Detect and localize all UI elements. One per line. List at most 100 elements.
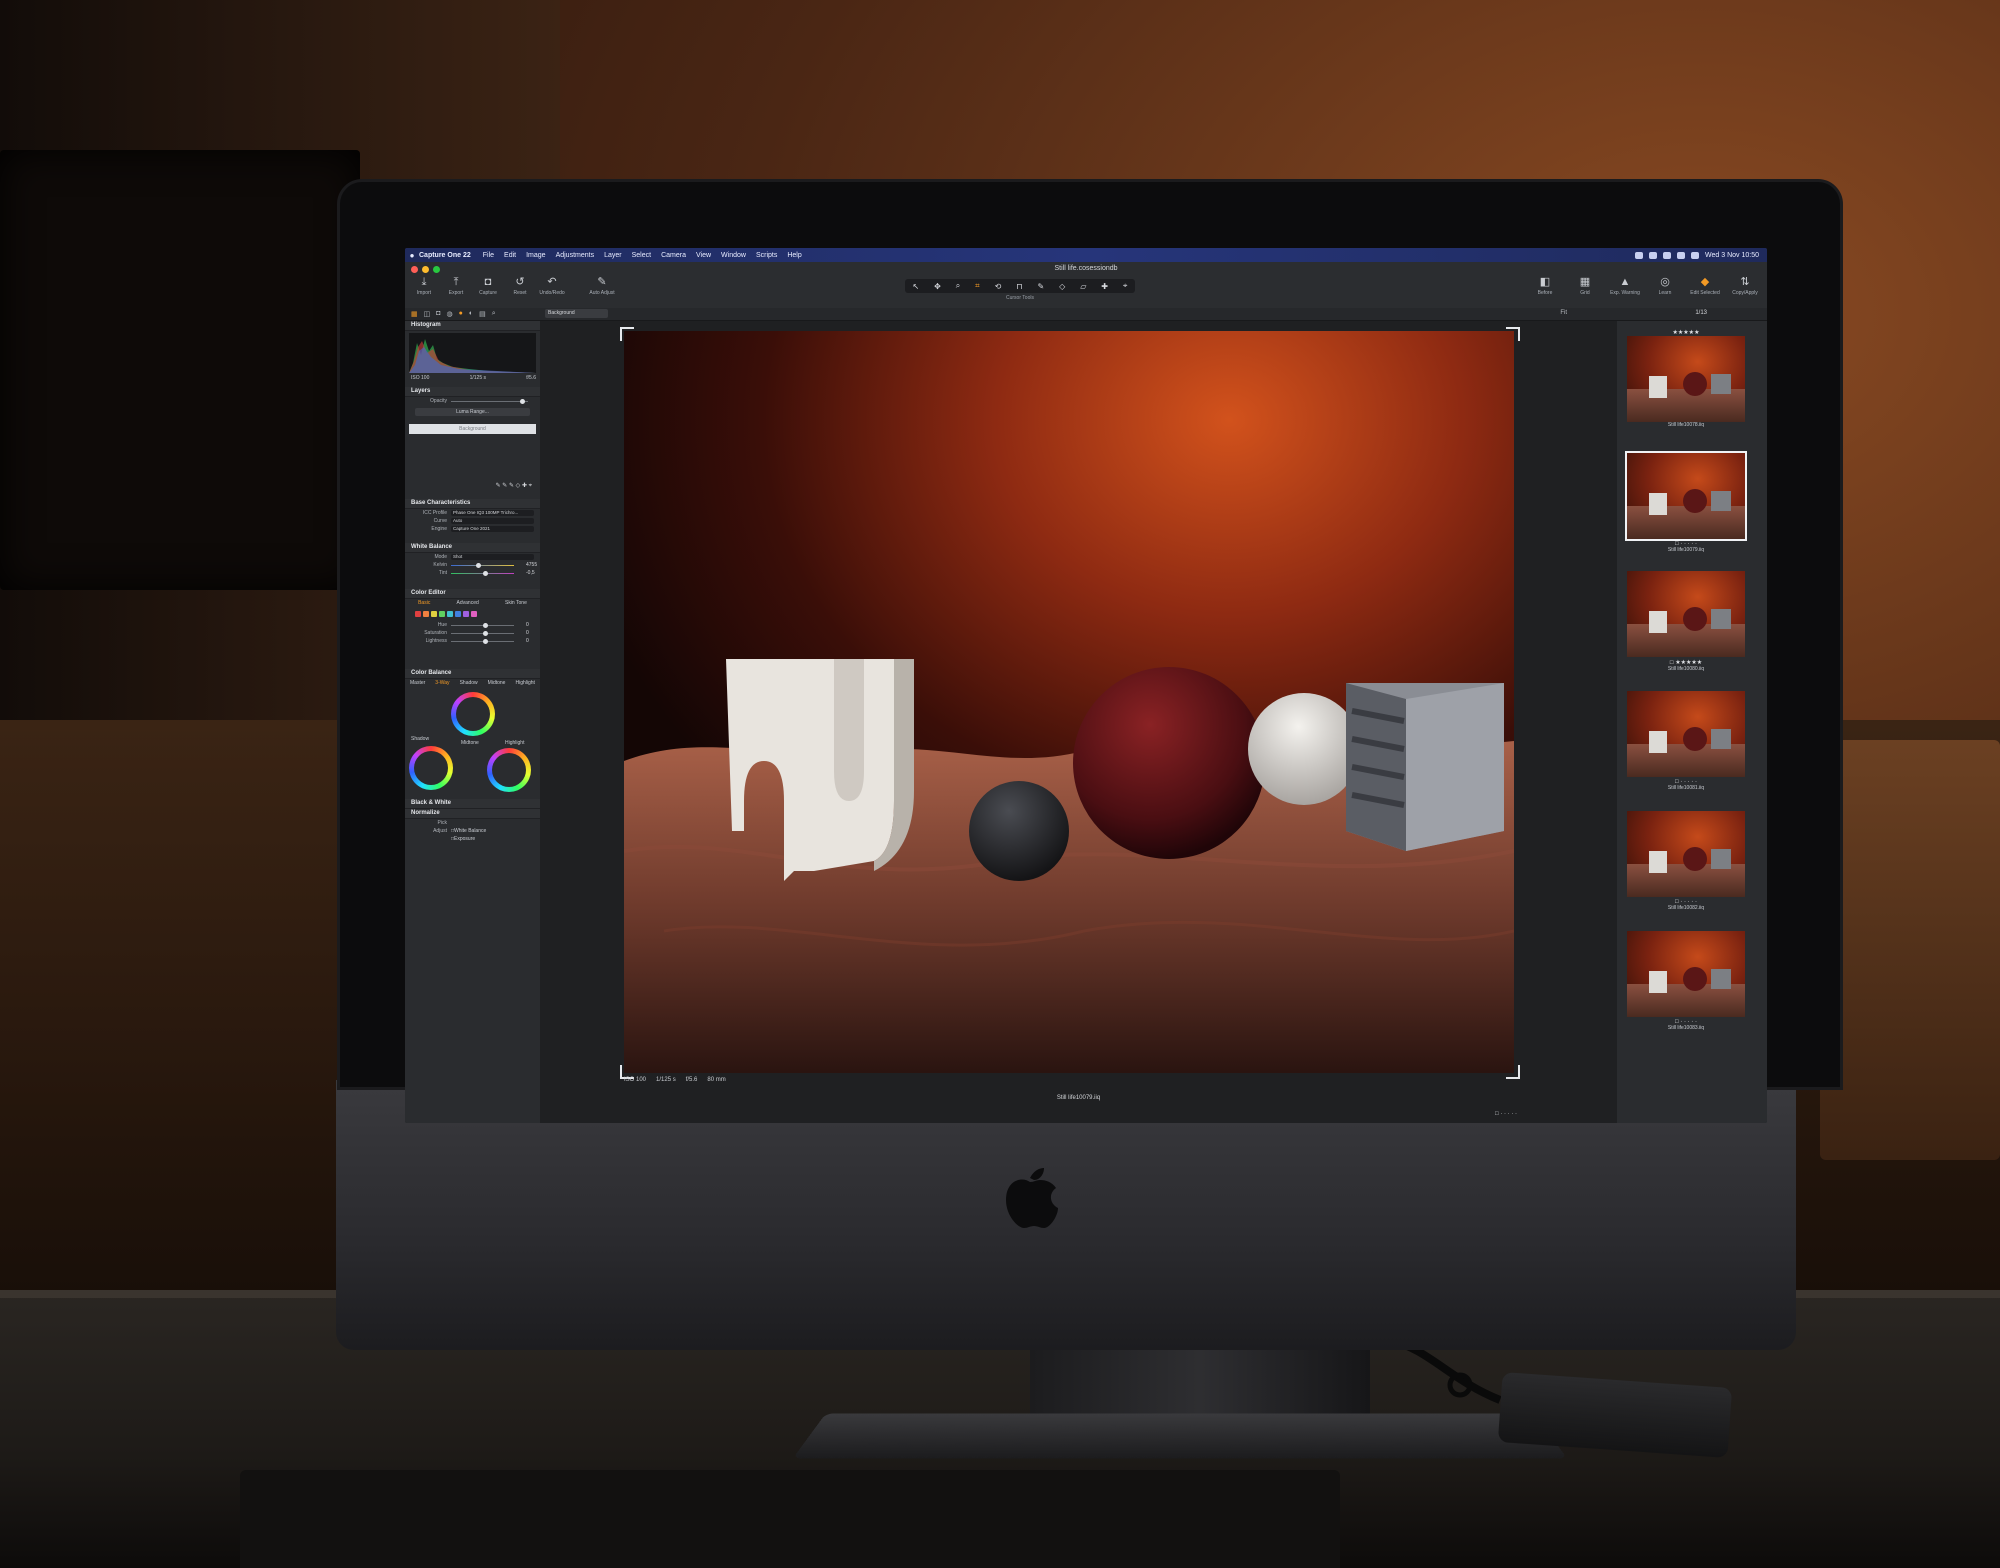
layer-select[interactable]: Background (545, 309, 608, 318)
menu-window[interactable]: Window (721, 252, 746, 259)
swatch-cyan[interactable] (447, 611, 453, 617)
tab-shadow[interactable]: Shadow (460, 679, 478, 688)
undo-redo-button[interactable]: ↶ Undo/Redo (539, 276, 564, 296)
tint-value[interactable]: -0,5 (526, 570, 540, 576)
crop-tool-icon[interactable]: ⌗ (975, 281, 980, 291)
learn-button[interactable]: ◎ Learn (1651, 276, 1679, 296)
tab-exposure-icon[interactable]: ◐ (469, 310, 473, 318)
menu-help[interactable]: Help (787, 252, 801, 259)
auto-adjust-button[interactable]: ✎ Auto Adjust (589, 276, 614, 296)
menu-view[interactable]: View (696, 252, 711, 259)
kelvin-value[interactable]: 4755 (526, 562, 540, 568)
background-layer[interactable]: Background (409, 424, 536, 434)
tab-3-way[interactable]: 3-Way (435, 679, 449, 688)
menu-camera[interactable]: Camera (661, 252, 686, 259)
swatch-blue[interactable] (455, 611, 461, 617)
search-icon[interactable] (1691, 251, 1700, 259)
clock[interactable]: Wed 3 Nov 10:50 (1705, 252, 1759, 259)
main-photo[interactable] (624, 331, 1514, 1073)
app-menu[interactable]: Capture One 22 (419, 252, 471, 259)
menu-file[interactable]: File (483, 252, 494, 259)
thumbnail-rating[interactable]: ★★★★★ (1627, 329, 1745, 336)
black-white-title[interactable]: Black & White (405, 799, 540, 809)
midtone-wheel[interactable] (451, 692, 495, 736)
swatch-orange[interactable] (423, 611, 429, 617)
hue-slider[interactable] (451, 622, 514, 628)
tab-midtone[interactable]: Midtone (488, 679, 506, 688)
menu-adjustments[interactable]: Adjustments (556, 252, 595, 259)
tab-capture-icon[interactable]: ◘ (436, 310, 440, 318)
copy-apply-button[interactable]: ⇅ Copy/Apply (1731, 276, 1759, 296)
eraser-tool-icon[interactable]: ◇ (1059, 282, 1065, 291)
tab-layers-icon[interactable]: ▤ (479, 310, 486, 318)
opacity-slider[interactable] (451, 398, 528, 404)
menu-scripts[interactable]: Scripts (756, 252, 777, 259)
histogram-title[interactable]: Histogram (405, 321, 540, 331)
thumbnail[interactable]: □ · · · · · Still life10081.iiq (1627, 691, 1745, 791)
rotate-tool-icon[interactable]: ⟲ (995, 282, 1002, 291)
zoom-fit[interactable]: Fit (1560, 310, 1567, 316)
grid-button[interactable]: ▦ Grid (1571, 276, 1599, 296)
edit-selected-button[interactable]: ◆ Edit Selected (1690, 276, 1719, 296)
tab-detail-icon[interactable]: ⌕ (492, 310, 496, 318)
import-button[interactable]: ⤓ Import (413, 276, 435, 296)
pan-tool-icon[interactable]: ✥ (934, 282, 941, 291)
thumbnail-rating[interactable]: □ ★★★★★ (1627, 659, 1745, 666)
luma-range-button[interactable]: Luma Range... (415, 408, 530, 416)
swatch-red[interactable] (415, 611, 421, 617)
thumbnail-selected[interactable]: □ · · · · · Still life10079.iiq (1625, 451, 1747, 553)
select-tool-icon[interactable]: ↖ (912, 282, 919, 291)
thumbnail[interactable]: □ · · · · · Still life10083.iiq (1627, 931, 1745, 1031)
normalize-title[interactable]: Normalize (405, 809, 540, 819)
tab-skin-tone[interactable]: Skin Tone (505, 599, 527, 608)
apple-menu-icon[interactable]: ● (405, 251, 419, 260)
wifi-icon[interactable] (1677, 251, 1686, 259)
thumbnail[interactable]: ★★★★★ Still life10078.iiq (1627, 327, 1745, 428)
color-balance-title[interactable]: Color Balance (405, 669, 540, 679)
color-editor-title[interactable]: Color Editor (405, 589, 540, 599)
menu-select[interactable]: Select (632, 252, 651, 259)
swatch-magenta[interactable] (471, 611, 477, 617)
saturation-slider[interactable] (451, 630, 514, 636)
thumbnail[interactable]: □ · · · · · Still life10082.iiq (1627, 811, 1745, 911)
tab-color-icon[interactable]: ● (459, 310, 463, 318)
layers-title[interactable]: Layers (405, 387, 540, 397)
shadow-wheel[interactable] (409, 746, 453, 790)
zoom-tool-icon[interactable]: ⌕ (956, 281, 960, 291)
brush-tool-icon[interactable]: ✎ (1037, 282, 1044, 291)
gradient-tool-icon[interactable]: ▱ (1080, 282, 1086, 291)
keystone-tool-icon[interactable]: ⊓ (1016, 282, 1022, 291)
curve-select[interactable]: Auto (451, 518, 534, 524)
tab-lens-icon[interactable]: ◍ (446, 310, 452, 318)
tab-basic[interactable]: Basic (418, 599, 430, 608)
tint-slider[interactable] (451, 570, 514, 576)
status-icon[interactable] (1663, 251, 1672, 259)
tab-library-icon[interactable]: ◫ (424, 310, 431, 318)
exposure-warning-button[interactable]: ▲ Exp. Warning (1610, 276, 1640, 296)
swatch-purple[interactable] (463, 611, 469, 617)
export-button[interactable]: ⤒ Export (445, 276, 467, 296)
capture-button[interactable]: ◘ Capture (477, 276, 499, 296)
status-icon[interactable] (1635, 251, 1644, 259)
before-button[interactable]: ◧ Before (1531, 276, 1559, 296)
tab-master[interactable]: Master (410, 679, 425, 688)
engine-select[interactable]: Capture One 2021 (451, 526, 534, 532)
thumbnail[interactable]: □ ★★★★★ Still life10080.iiq (1627, 571, 1745, 672)
heal-tool-icon[interactable]: ✚ (1101, 282, 1108, 291)
tab-highlight[interactable]: Highlight (515, 679, 534, 688)
base-characteristics-title[interactable]: Base Characteristics (405, 499, 540, 509)
icc-profile-select[interactable]: Phase One IQ3 100MP Trichro... (451, 510, 534, 516)
tab-grid-icon[interactable]: ▦ (411, 310, 418, 318)
kelvin-slider[interactable] (451, 562, 514, 568)
image-viewer[interactable]: ISO 100 1/125 s f/5.6 80 mm Still life10… (540, 321, 1617, 1123)
menu-layer[interactable]: Layer (604, 252, 622, 259)
menu-edit[interactable]: Edit (504, 252, 516, 259)
tab-advanced[interactable]: Advanced (457, 599, 479, 608)
lightness-slider[interactable] (451, 638, 514, 644)
crop-handle[interactable] (620, 327, 634, 341)
status-icon[interactable] (1649, 251, 1658, 259)
wb-mode-select[interactable]: Shot (451, 554, 534, 560)
crop-handle[interactable] (1506, 327, 1520, 341)
white-balance-title[interactable]: White Balance (405, 543, 540, 553)
highlight-wheel[interactable] (487, 748, 531, 792)
